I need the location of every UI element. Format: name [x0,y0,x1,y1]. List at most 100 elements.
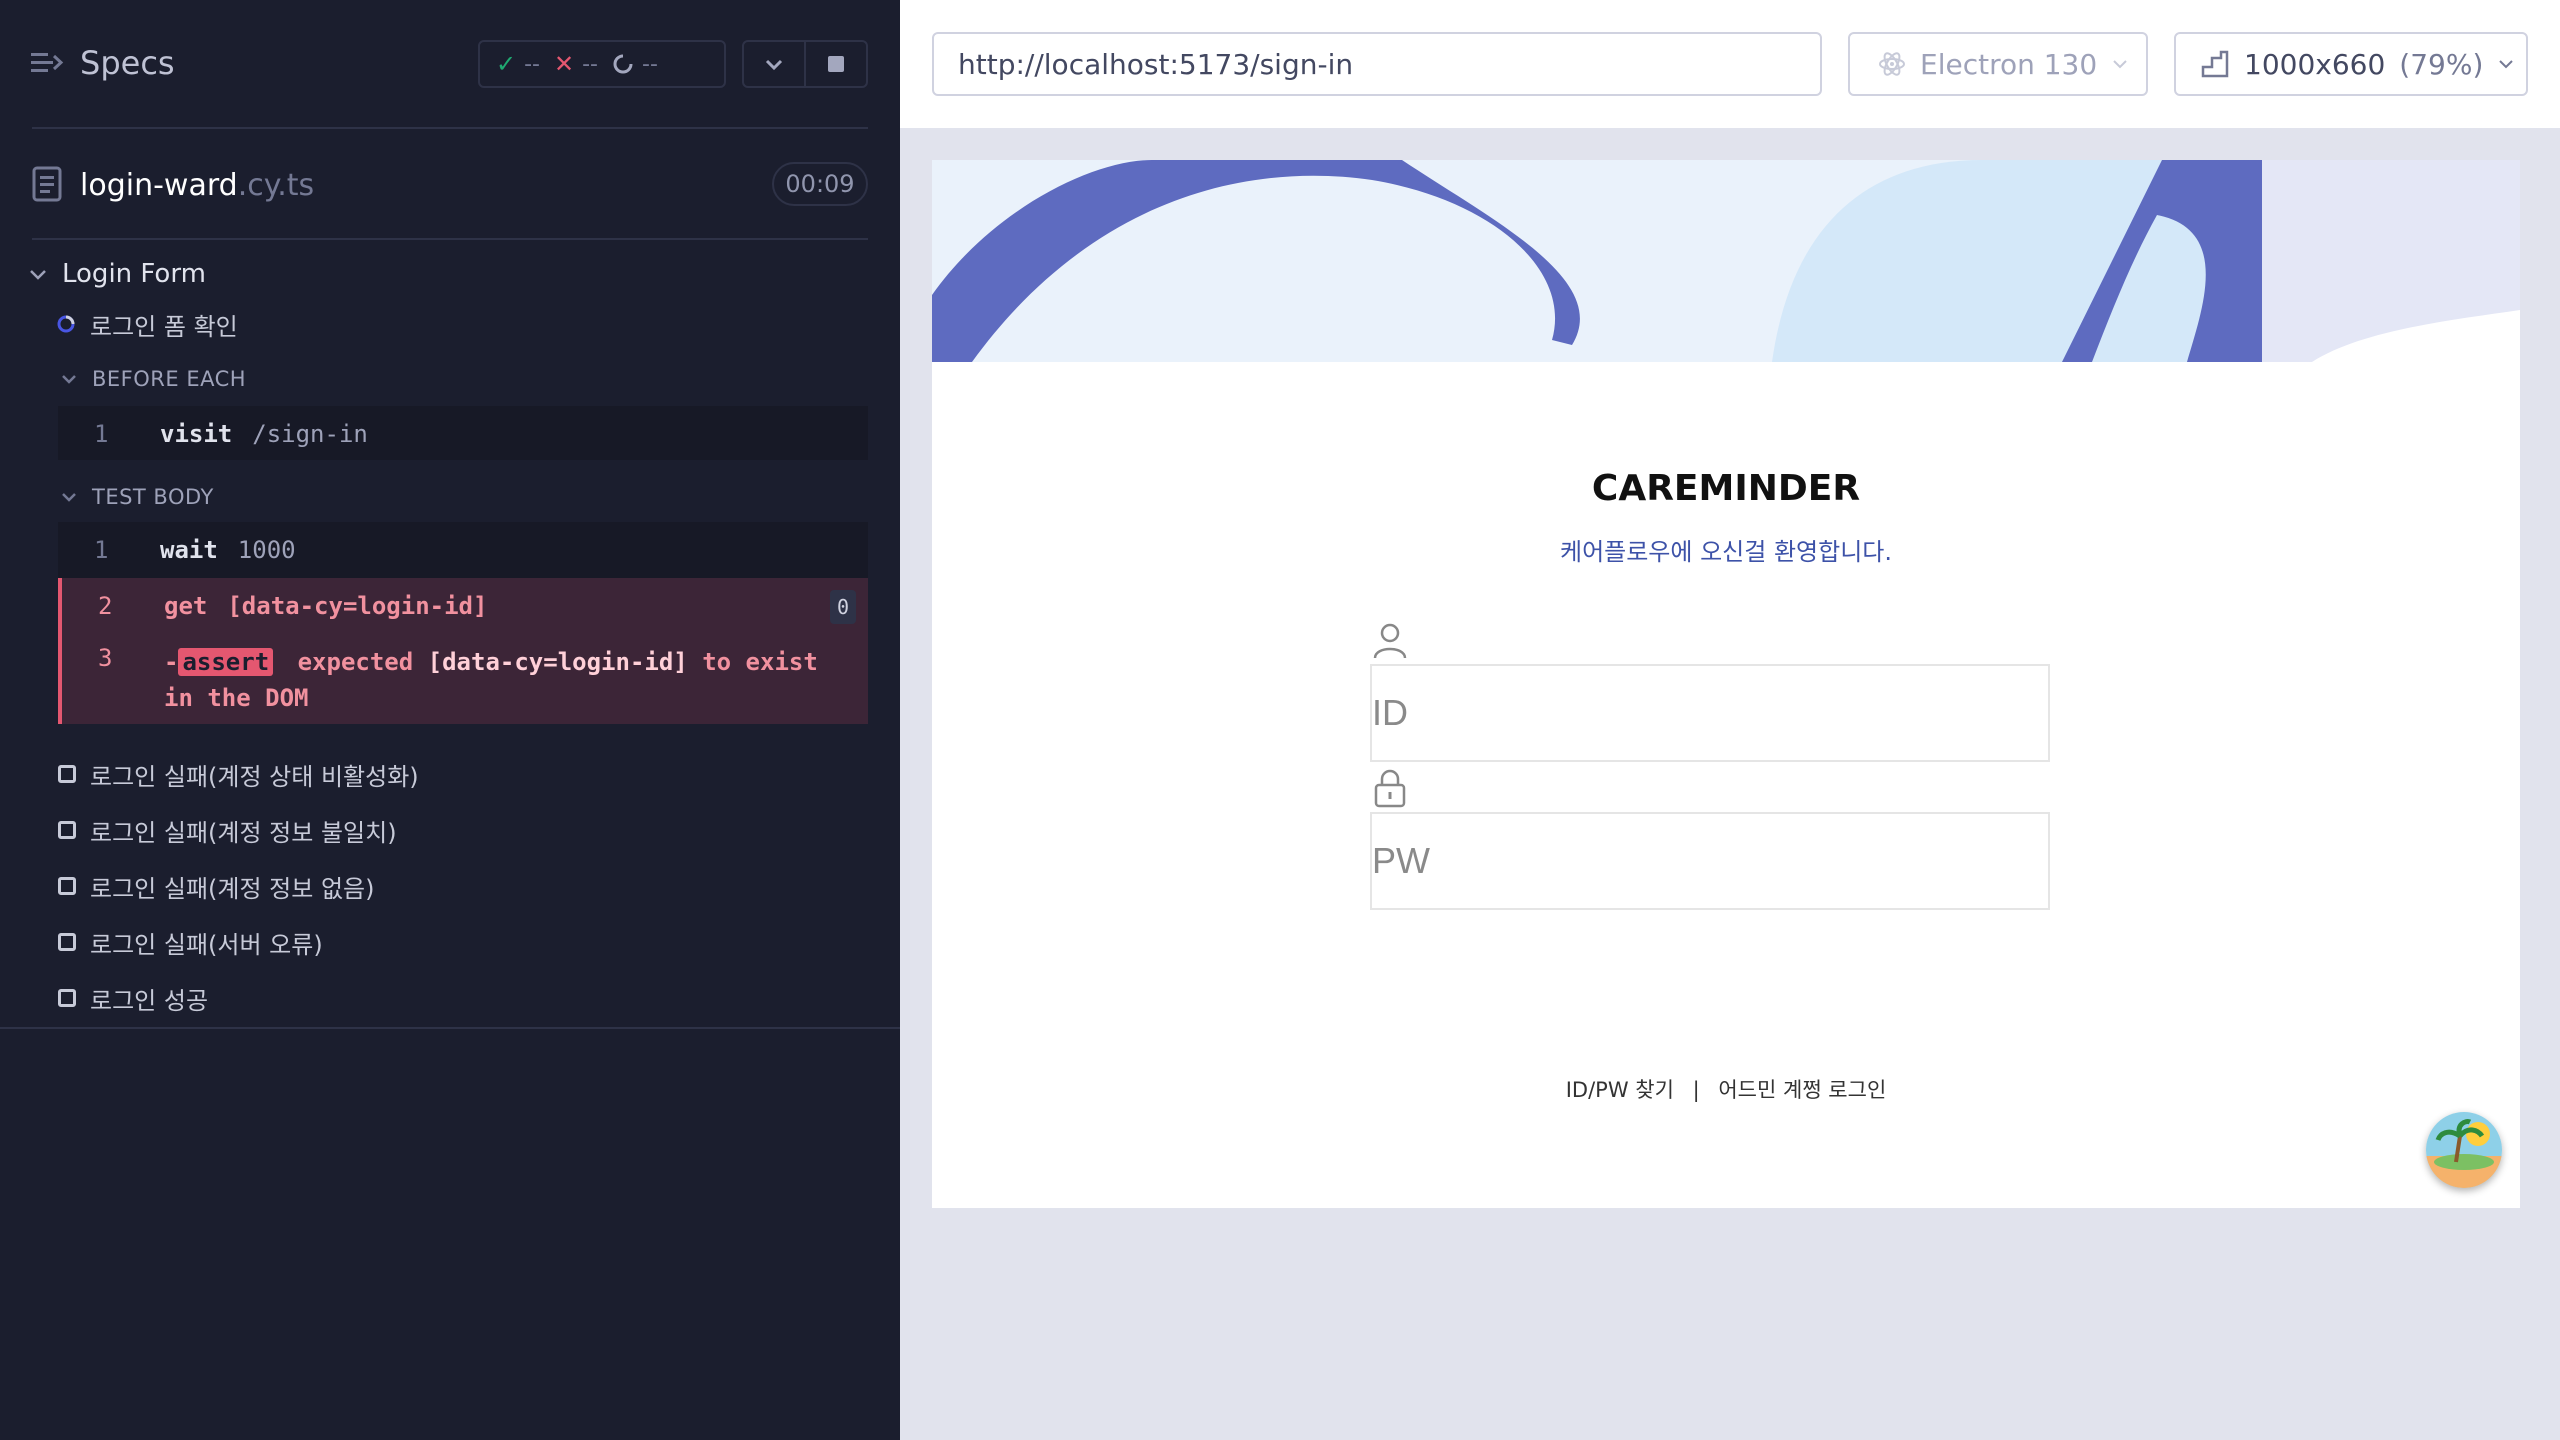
viewport-selector[interactable]: 1000x660 (79%) [2174,32,2528,96]
reporter-panel: Specs ✓ -- ✕ -- -- login-ward.cy.ts 00:0… [0,0,900,1440]
spec-file-name[interactable]: login-ward.cy.ts [80,168,314,203]
specs-label[interactable]: Specs [80,44,175,82]
command-row-failed[interactable]: 3 - assert expected [data-cy=login-id] to… [58,634,868,724]
pending-test-row[interactable]: 로그인 실패(계정 상태 비활성화) [58,754,419,794]
hook-label: BEFORE EACH [92,367,247,391]
run-controls [742,40,868,88]
assert-tag: assert [178,648,274,676]
command-number: 3 [98,644,113,672]
aut-toolbar: http://localhost:5173/sign-in Electron 1… [900,0,2560,128]
chevron-down-icon [30,270,46,280]
command-message: [data-cy=login-id] [227,592,488,620]
assert-tail: in the DOM [164,684,309,712]
command-name: visit [160,420,233,448]
url-bar[interactable]: http://localhost:5173/sign-in [932,32,1822,96]
pending-square-icon [58,877,76,895]
app-iframe: CAREMINDER 케어플로우에 오신걸 환영합니다. ID/PW 찾기 | … [932,160,2520,1208]
pending-test-row[interactable]: 로그인 성공 [58,978,208,1018]
specs-list-toggle-icon[interactable] [30,46,64,80]
admin-login-link[interactable]: 어드민 계쩡 로그인 [1718,1078,1886,1102]
login-banner-illustration [932,160,2520,362]
spec-file-basename: login-ward [80,168,238,203]
command-message: 1000 [237,536,296,564]
spinner-icon [613,54,633,74]
command-number: 1 [94,536,109,564]
footer-links: ID/PW 찾기 | 어드민 계쩡 로그인 [932,1074,2520,1104]
stop-button[interactable] [804,42,866,86]
check-icon: ✓ [496,50,517,78]
command-message: /sign-in [252,420,368,448]
stop-icon [828,56,844,72]
hook-before-each[interactable]: BEFORE EACH [60,362,246,396]
chevron-down-icon [2113,60,2127,69]
chevron-down-icon [62,493,76,502]
pending-test-title: 로그인 성공 [90,986,209,1015]
chevron-down-icon [62,375,76,384]
lock-icon [1374,769,1406,808]
pending-test-title: 로그인 실패(서버 오류) [90,930,323,959]
ruler-icon [2201,50,2229,78]
failed-stat: ✕ -- [554,50,598,78]
login-id-input[interactable] [1370,664,2050,762]
active-test-row[interactable]: 로그인 폼 확인 [56,306,238,342]
pending-test-title: 로그인 실패(계정 정보 불일치) [90,818,397,847]
running-icon [57,315,75,333]
run-duration: 00:09 [772,162,868,206]
passed-stat: ✓ -- [496,50,540,78]
pending-stat: -- [612,52,658,77]
command-row[interactable]: 1 visit/sign-in [58,406,868,460]
pending-test-row[interactable]: 로그인 실패(계정 정보 없음) [58,866,375,906]
assert-expected: expected [297,648,414,676]
chevron-down-icon [765,59,783,71]
pending-count: -- [642,51,658,77]
assert-condition: to exist [702,648,818,676]
x-icon: ✕ [554,50,575,78]
pending-square-icon [58,933,76,951]
spec-file-ext: .cy.ts [237,168,315,203]
island-avatar-icon[interactable] [2426,1112,2502,1188]
passed-count: -- [524,51,540,77]
aut-panel: http://localhost:5173/sign-in Electron 1… [900,0,2560,1440]
pending-test-title: 로그인 실패(계정 상태 비활성화) [90,762,419,791]
user-icon [1373,623,1407,659]
suite-title: Login Form [62,259,206,289]
command-number: 2 [98,592,113,620]
active-test-title: 로그인 폼 확인 [90,312,238,341]
test-stats: ✓ -- ✕ -- -- [478,40,726,88]
pending-square-icon [58,821,76,839]
element-count-badge: 0 [830,590,856,624]
command-name: get [164,592,208,620]
assert-prefix: - [164,648,179,676]
find-id-pw-link[interactable]: ID/PW 찾기 [1566,1078,1674,1102]
divider [0,1027,900,1029]
chevron-down-icon [2499,60,2514,69]
document-icon [32,166,62,202]
reporter-header: Specs ✓ -- ✕ -- -- [0,0,900,130]
link-separator: | [1692,1078,1700,1102]
command-number: 1 [94,420,109,448]
assert-subject: [data-cy=login-id] [427,648,688,676]
divider [32,238,868,240]
app-logo-title: CAREMINDER [1591,468,1861,509]
command-name: wait [160,536,218,564]
browser-name: Electron 130 [1920,47,2098,81]
suite-title-row[interactable]: Login Form [28,252,206,296]
failed-count: -- [582,51,598,77]
divider [32,127,868,129]
login-pw-input[interactable] [1370,812,2050,910]
viewport-scale: (79%) [2399,47,2484,81]
browser-selector[interactable]: Electron 130 [1848,32,2148,96]
welcome-text: 케어플로우에 오신걸 환영합니다. [1559,538,1892,566]
pending-test-row[interactable]: 로그인 실패(계정 정보 불일치) [58,810,397,850]
pending-test-row[interactable]: 로그인 실패(서버 오류) [58,922,323,962]
pending-test-title: 로그인 실패(계정 정보 없음) [90,874,375,903]
command-row[interactable]: 1 wait 1000 [58,522,868,578]
hook-test-body[interactable]: TEST BODY [60,480,214,514]
pending-square-icon [58,989,76,1007]
spec-file-row: login-ward.cy.ts 00:09 [0,150,900,220]
electron-icon [1879,52,1905,76]
command-row-failed[interactable]: 2 get [data-cy=login-id] 0 [58,578,868,634]
expand-collapse-button[interactable] [744,42,804,86]
hook-label: TEST BODY [92,485,214,509]
pending-square-icon [58,765,76,783]
